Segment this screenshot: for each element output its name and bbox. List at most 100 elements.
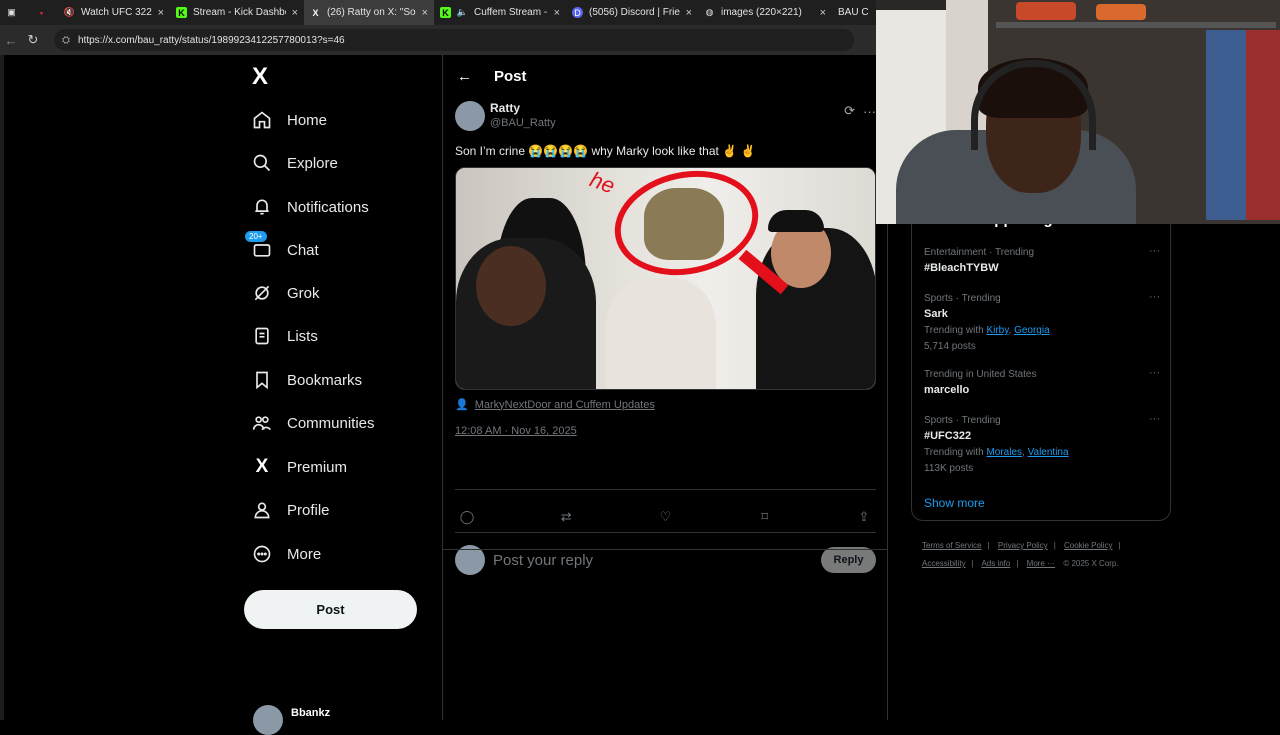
community-link[interactable]: 👤 MarkyNextDoor and Cuffem Updates [455,398,876,412]
retweet-icon[interactable]: ⇄ [556,509,576,525]
like-icon[interactable]: ♡ [656,509,676,525]
tab-6[interactable]: ◍ images (220×221) × [698,0,832,25]
reply-icon[interactable]: ◯ [457,509,477,525]
footer-link[interactable]: Accessibility [922,559,966,568]
webcam-jacket [1246,30,1280,220]
sidebar-item-profile[interactable]: Profile [251,495,330,525]
reply-input[interactable]: Post your reply [493,552,821,569]
account-name: Bbankz [291,707,331,719]
tab-0[interactable]: ▪ [30,0,58,25]
discord-icon: D [572,7,583,18]
separator: | [1053,541,1056,550]
more-icon[interactable]: ··· [1149,245,1160,257]
image-cap [768,210,824,232]
post-button[interactable]: Post [244,590,417,629]
trend-link[interactable]: Morales [986,447,1022,458]
tweet-top-actions: ⟳ ··· [836,103,876,119]
tab-strip-menu[interactable]: ▣ [0,0,30,25]
tab-7[interactable]: BAU C [832,0,876,25]
tweet-actions: ◯ ⇄ ♡ ⌑ ⇪ [455,509,876,525]
more-icon[interactable]: ··· [1149,367,1160,379]
kick-icon: K [176,7,187,18]
footer-links: Terms of Service | Privacy Policy | Cookie… [922,537,1172,573]
tab-5[interactable]: D (5056) Discord | Frien × [566,0,698,25]
share-icon[interactable]: ⇪ [854,509,874,525]
close-icon[interactable]: × [422,7,428,19]
sidebar-item-label: Profile [287,501,330,519]
bell-icon [251,196,273,218]
close-icon[interactable]: × [554,7,560,19]
trend-item[interactable]: Sports · Trending Sark Trending with Kir… [924,291,1160,352]
footer-link[interactable]: Privacy Policy [998,541,1048,550]
chat-icon: 20+ [245,231,273,261]
more-icon[interactable]: ··· [1149,413,1160,425]
x-icon: X [255,456,269,477]
tab-label: (26) Ratty on X: "Son I [327,7,416,18]
footer-link[interactable]: More ··· [1027,559,1055,568]
sidebar-item-home[interactable]: Home [251,105,327,135]
tab-2[interactable]: K Stream - Kick Dashbo × [170,0,304,25]
tab-strip-icon: ▣ [7,7,16,17]
site-info-icon[interactable]: ⛭ [62,35,70,46]
author-handle[interactable]: @BAU_Ratty [490,117,556,129]
close-icon[interactable]: × [686,7,692,19]
sidebar-item-lists[interactable]: Lists [251,321,318,351]
bookmark-icon [251,369,273,391]
trend-name: #UFC322 [924,430,972,442]
more-icon[interactable]: ··· [1149,291,1160,303]
separator: | [987,541,990,550]
tweet-timestamp[interactable]: 12:08 AM · Nov 16, 2025 [455,425,876,437]
grok-icon[interactable]: ⟳ [844,103,855,119]
webcam-shelf [996,22,1276,28]
webcam-shoebox [1096,4,1146,20]
trends-panel: What’s happening Entertainment · Trendin… [911,205,1171,521]
trend-link[interactable]: Georgia [1014,325,1050,336]
close-icon[interactable]: × [292,7,298,19]
trend-meta: Sports · Trending [924,293,1001,304]
footer-link[interactable]: Ads info [981,559,1010,568]
tab-label: Stream - Kick Dashbo [193,7,286,18]
person-icon [251,499,273,521]
avatar[interactable] [455,101,485,131]
page-title: Post [494,67,527,85]
tab-1[interactable]: 🔇 Watch UFC 322: I × [58,0,170,25]
sidebar-item-notifications[interactable]: Notifications [251,192,369,222]
sidebar-item-explore[interactable]: Explore [251,148,338,178]
mute-icon: 🔇 [63,7,76,17]
back-arrow-icon[interactable]: ← [0,33,22,48]
trend-item[interactable]: Sports · Trending #UFC322 Trending with … [924,413,1160,474]
x-logo[interactable]: X [252,63,268,91]
trend-item[interactable]: Entertainment · Trending #BleachTYBW ··· [924,245,1160,274]
trend-link[interactable]: Kirby [986,325,1008,336]
footer-link[interactable]: Cookie Policy [1064,541,1112,550]
back-arrow-icon[interactable]: ← [457,68,472,85]
trend-link[interactable]: Valentina [1028,447,1069,458]
separator: | [1016,559,1019,568]
close-icon[interactable]: × [158,7,164,19]
sidebar-item-label: Home [287,111,328,129]
sidebar-item-communities[interactable]: Communities [251,408,375,438]
sidebar-item-chat[interactable]: 20+ Chat [245,231,319,265]
sidebar-item-grok[interactable]: Grok [251,278,320,308]
webcam-jacket [1206,30,1246,220]
bookmark-icon[interactable]: ⌑ [755,509,775,525]
close-icon[interactable]: × [820,7,826,19]
tweet-image[interactable]: he [455,167,876,390]
tweet-author: Ratty @BAU_Ratty [455,101,876,131]
trend-item[interactable]: Trending in United States marcello ··· [924,367,1160,396]
sidebar-item-bookmarks[interactable]: Bookmarks [251,365,362,395]
more-icon[interactable]: ··· [863,104,876,119]
url-field[interactable]: ⛭ https://x.com/bau_ratty/status/1989923… [54,29,854,51]
reload-icon[interactable]: ↻ [22,32,44,48]
show-more-link[interactable]: Show more [924,496,985,510]
tab-3-active[interactable]: X (26) Ratty on X: "Son I × [304,0,434,25]
sidebar-item-premium[interactable]: X Premium [251,452,347,482]
account-switcher[interactable]: Bbankz [253,705,330,735]
reply-button[interactable]: Reply [821,547,876,573]
tab-4[interactable]: K 🔈 Cuffem Stream - × [434,0,566,25]
sidebar-item-more[interactable]: More [251,539,321,569]
author-name[interactable]: Ratty [490,101,556,115]
footer-link[interactable]: Terms of Service [922,541,982,550]
url-text: https://x.com/bau_ratty/status/198992341… [78,34,345,46]
trend-name: Sark [924,308,948,320]
